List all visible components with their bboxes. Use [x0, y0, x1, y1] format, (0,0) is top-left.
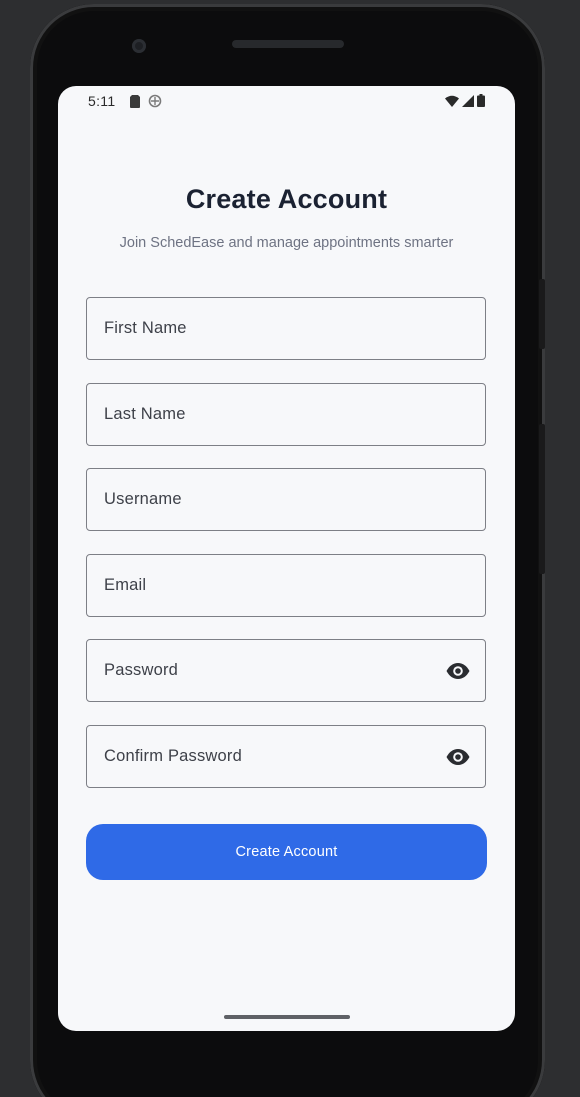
- page-subtitle: Join SchedEase and manage appointments s…: [119, 235, 454, 251]
- cellular-signal-icon: [462, 94, 474, 112]
- app-screen: 5:11 Create Account Join SchedEase and m…: [58, 86, 515, 1031]
- confirm-password-field[interactable]: Confirm Password: [86, 725, 486, 788]
- data-saver-icon: [148, 94, 162, 113]
- first-name-label: First Name: [104, 319, 187, 337]
- email-label: Email: [104, 576, 147, 594]
- create-account-button[interactable]: Create Account: [86, 824, 487, 880]
- power-button: [539, 279, 545, 349]
- password-label: Password: [104, 661, 179, 679]
- wifi-icon: [445, 94, 459, 112]
- device-frame-stage: 5:11 Create Account Join SchedEase and m…: [0, 0, 580, 1097]
- confirm-password-label: Confirm Password: [104, 747, 242, 765]
- username-field[interactable]: Username: [86, 468, 486, 531]
- username-label: Username: [104, 490, 182, 508]
- home-gesture-bar[interactable]: [224, 1015, 350, 1019]
- status-left-icons: [130, 94, 162, 113]
- status-right-icons: [445, 94, 485, 112]
- earpiece-speaker: [232, 40, 344, 48]
- sim-card-icon: [130, 94, 140, 113]
- password-visibility-eye-icon[interactable]: [445, 661, 471, 681]
- front-camera: [132, 39, 146, 53]
- last-name-field[interactable]: Last Name: [86, 383, 486, 446]
- password-field[interactable]: Password: [86, 639, 486, 702]
- email-field[interactable]: Email: [86, 554, 486, 617]
- status-time: 5:11: [88, 93, 116, 109]
- last-name-label: Last Name: [104, 405, 186, 423]
- create-account-button-label: Create Account: [235, 844, 338, 860]
- volume-button: [539, 424, 545, 574]
- status-bar: 5:11: [58, 86, 515, 116]
- confirm-password-visibility-eye-icon[interactable]: [445, 747, 471, 767]
- battery-icon: [477, 94, 485, 112]
- first-name-field[interactable]: First Name: [86, 297, 486, 360]
- page-title: Create Account: [185, 184, 388, 214]
